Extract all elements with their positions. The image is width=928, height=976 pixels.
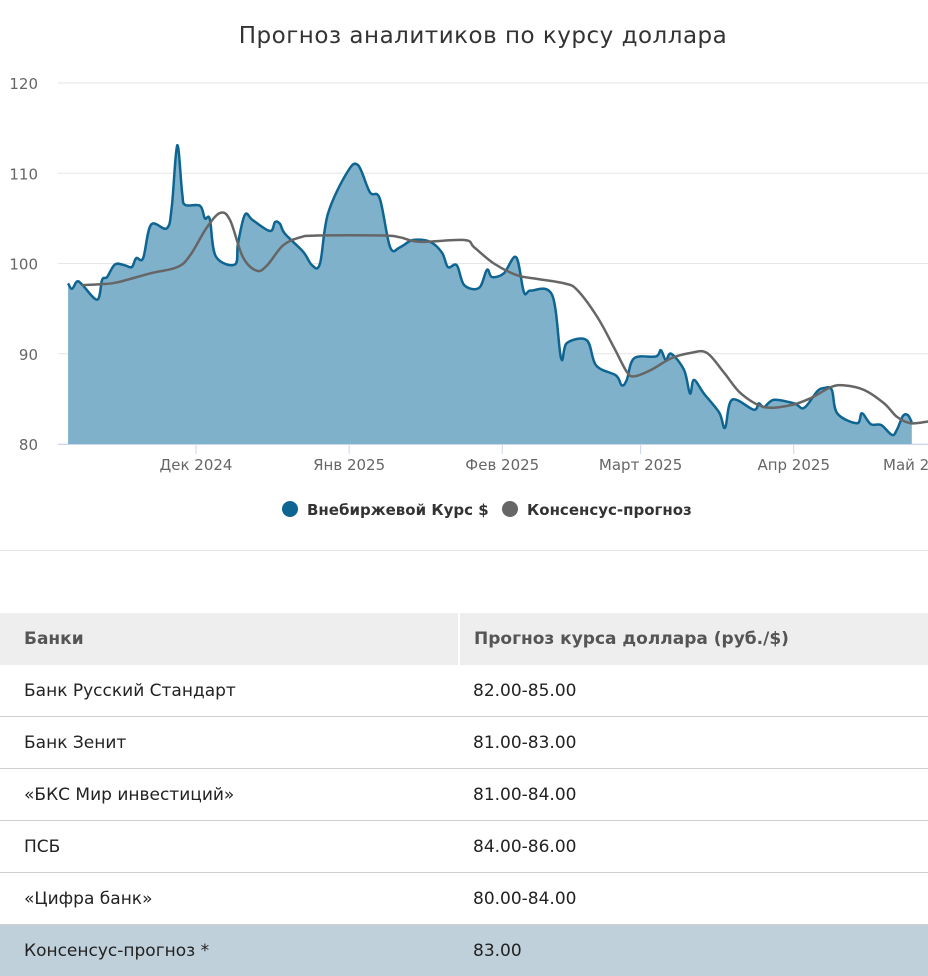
table-row: «БКС Мир инвестиций»81.00-84.00 — [0, 769, 928, 821]
x-tick-label: Янв 2025 — [313, 456, 385, 474]
forecast-cell: 82.00-85.00 — [459, 665, 928, 717]
bank-cell: Банк Русский Стандарт — [0, 665, 459, 717]
x-tick-label: Март 2025 — [599, 456, 682, 474]
x-tick-label: Фев 2025 — [465, 456, 539, 474]
forecast-cell: 80.00-84.00 — [459, 873, 928, 925]
y-tick-label: 100 — [9, 256, 38, 274]
x-tick-label: Май 2025 — [883, 456, 928, 474]
bank-cell: «БКС Мир инвестиций» — [0, 769, 459, 821]
legend-label: Консенсус-прогноз — [527, 501, 692, 519]
series-area-fill — [68, 145, 912, 444]
bank-cell: Банк Зенит — [0, 717, 459, 769]
table-row: Банк Зенит81.00-83.00 — [0, 717, 928, 769]
forecast-cell: 81.00-83.00 — [459, 717, 928, 769]
bank-cell: Консенсус-прогноз * — [0, 925, 459, 976]
y-tick-label: 120 — [9, 75, 38, 93]
chart: Прогноз аналитиков по курсу доллара 80 90… — [0, 0, 928, 550]
divider — [0, 550, 928, 551]
y-tick-label: 80 — [19, 436, 38, 454]
chart-title: Прогноз аналитиков по курсу доллара — [239, 23, 728, 49]
legend-item[interactable]: Консенсус-прогноз — [502, 501, 692, 519]
table-row: «Цифра банк»80.00-84.00 — [0, 873, 928, 925]
x-tick-label: Апр 2025 — [757, 456, 830, 474]
forecast-cell: 83.00 — [459, 925, 928, 976]
header-forecast: Прогноз курса доллара (руб./$) — [459, 613, 928, 665]
header-banks: Банки — [0, 613, 459, 665]
y-tick-label: 110 — [9, 165, 38, 183]
table-row: Банк Русский Стандарт82.00-85.00 — [0, 665, 928, 717]
forecast-cell: 81.00-84.00 — [459, 769, 928, 821]
table-header-row: Банки Прогноз курса доллара (руб./$) — [0, 613, 928, 665]
x-tick-label: Дек 2024 — [160, 456, 233, 474]
table-row: ПСБ84.00-86.00 — [0, 821, 928, 873]
legend-item[interactable]: Внебиржевой Курс $ — [282, 501, 489, 519]
table-row: Консенсус-прогноз *83.00 — [0, 925, 928, 976]
legend-label: Внебиржевой Курс $ — [307, 501, 489, 519]
legend-marker-icon — [282, 501, 298, 517]
bank-cell: «Цифра банк» — [0, 873, 459, 925]
y-tick-label: 90 — [19, 346, 38, 364]
forecast-table: Банки Прогноз курса доллара (руб./$) Бан… — [0, 613, 928, 976]
bank-cell: ПСБ — [0, 821, 459, 873]
forecast-cell: 84.00-86.00 — [459, 821, 928, 873]
legend-marker-icon — [502, 501, 518, 517]
